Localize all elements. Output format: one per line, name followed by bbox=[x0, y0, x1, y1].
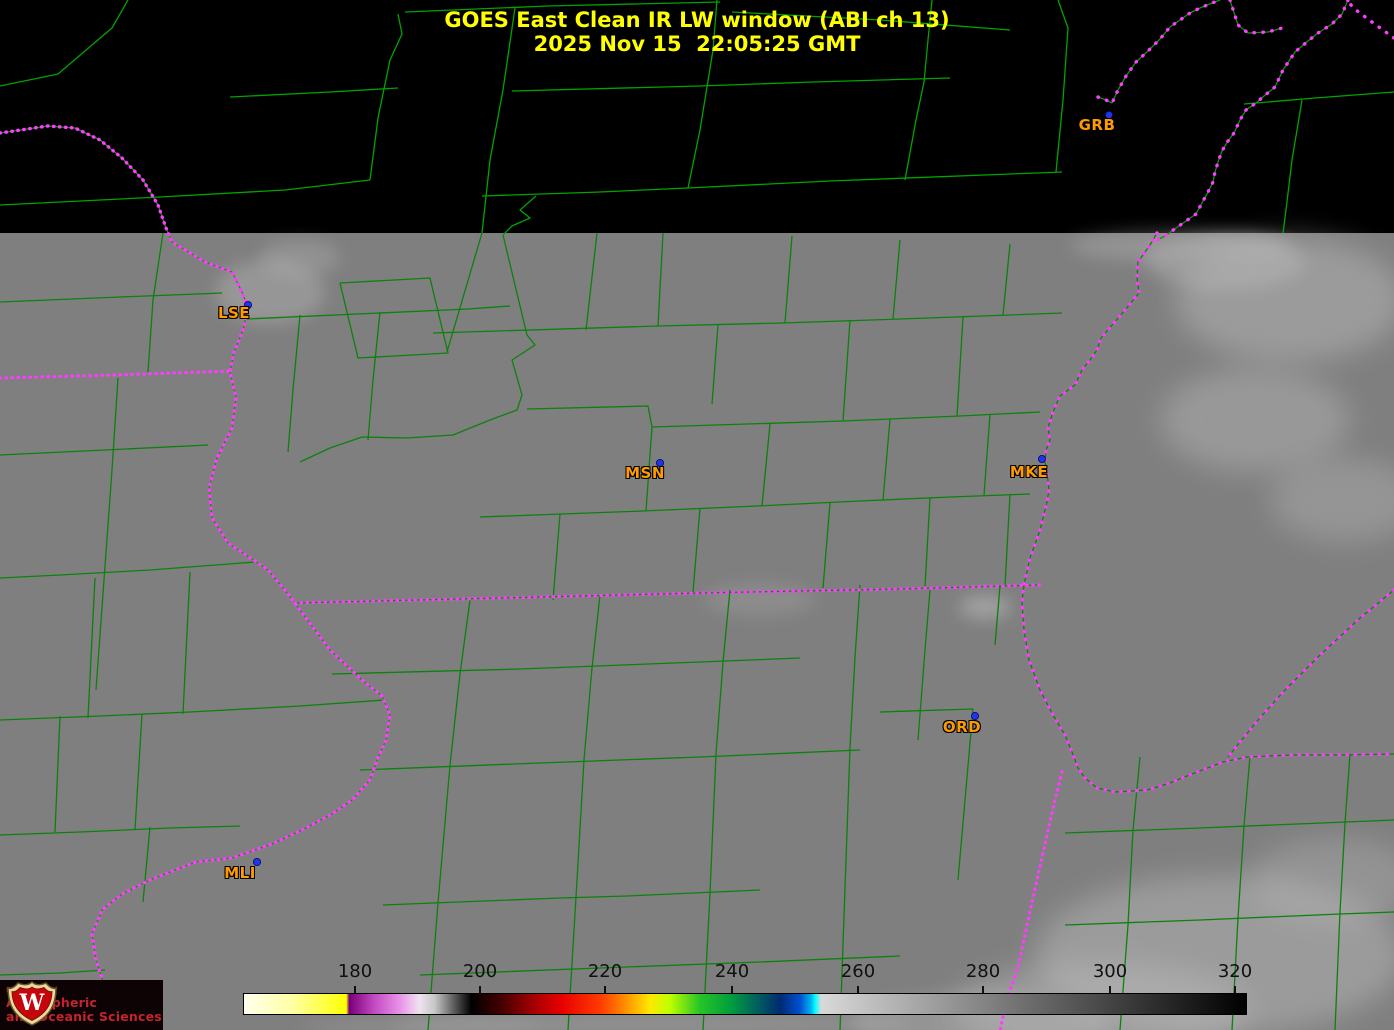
green-bay-west-shore bbox=[1096, 0, 1222, 105]
colorbar-tick-label: 300 bbox=[1092, 961, 1128, 982]
colorbar-tick bbox=[982, 986, 984, 993]
colorbar-tick-label: 200 bbox=[462, 961, 498, 982]
station-label-mke: MKE bbox=[1009, 463, 1049, 481]
temperature-colorbar bbox=[243, 993, 1247, 1015]
colorbar-tick bbox=[1234, 986, 1236, 993]
colorbar-tick-label: 260 bbox=[840, 961, 876, 982]
colorbar-tick-label: 180 bbox=[337, 961, 373, 982]
station-label-grb: GRB bbox=[1078, 116, 1116, 134]
station-label-msn: MSN bbox=[625, 464, 665, 482]
map-canvas bbox=[0, 0, 1394, 1030]
station-dot-mke bbox=[1038, 454, 1047, 463]
station-label-mli: MLI bbox=[224, 864, 256, 882]
satellite-image-screen: GOES East Clean IR LW window (ABI ch 13)… bbox=[0, 0, 1394, 1030]
colorbar-tick-label: 280 bbox=[965, 961, 1001, 982]
colorbar-tick-label: 320 bbox=[1217, 961, 1253, 982]
colorbar-tick bbox=[731, 986, 733, 993]
colorbar-tick-label: 240 bbox=[714, 961, 750, 982]
ne-corner-shore bbox=[1346, 0, 1394, 40]
colorbar-tick bbox=[1109, 986, 1111, 993]
colorbar-tick bbox=[479, 986, 481, 993]
uw-aos-logo: W Department of Atmospheric and Oceanic … bbox=[0, 980, 163, 1030]
colorbar-tick bbox=[604, 986, 606, 993]
station-label-ord: ORD bbox=[942, 718, 982, 736]
uw-crest-icon: W bbox=[7, 980, 57, 1026]
svg-text:W: W bbox=[19, 990, 45, 1016]
door-peninsula-shore bbox=[1155, 0, 1350, 242]
county-lines-cold-region bbox=[0, 0, 1394, 236]
colorbar-tick-label: 220 bbox=[587, 961, 623, 982]
colorbar-area: 180 200 220 240 260 280 300 320 bbox=[0, 961, 1394, 1021]
colorbar-tick bbox=[354, 986, 356, 993]
colorbar-tick bbox=[857, 986, 859, 993]
station-label-lse: LSE bbox=[217, 304, 251, 322]
green-bay-east-shore bbox=[1228, 0, 1284, 35]
